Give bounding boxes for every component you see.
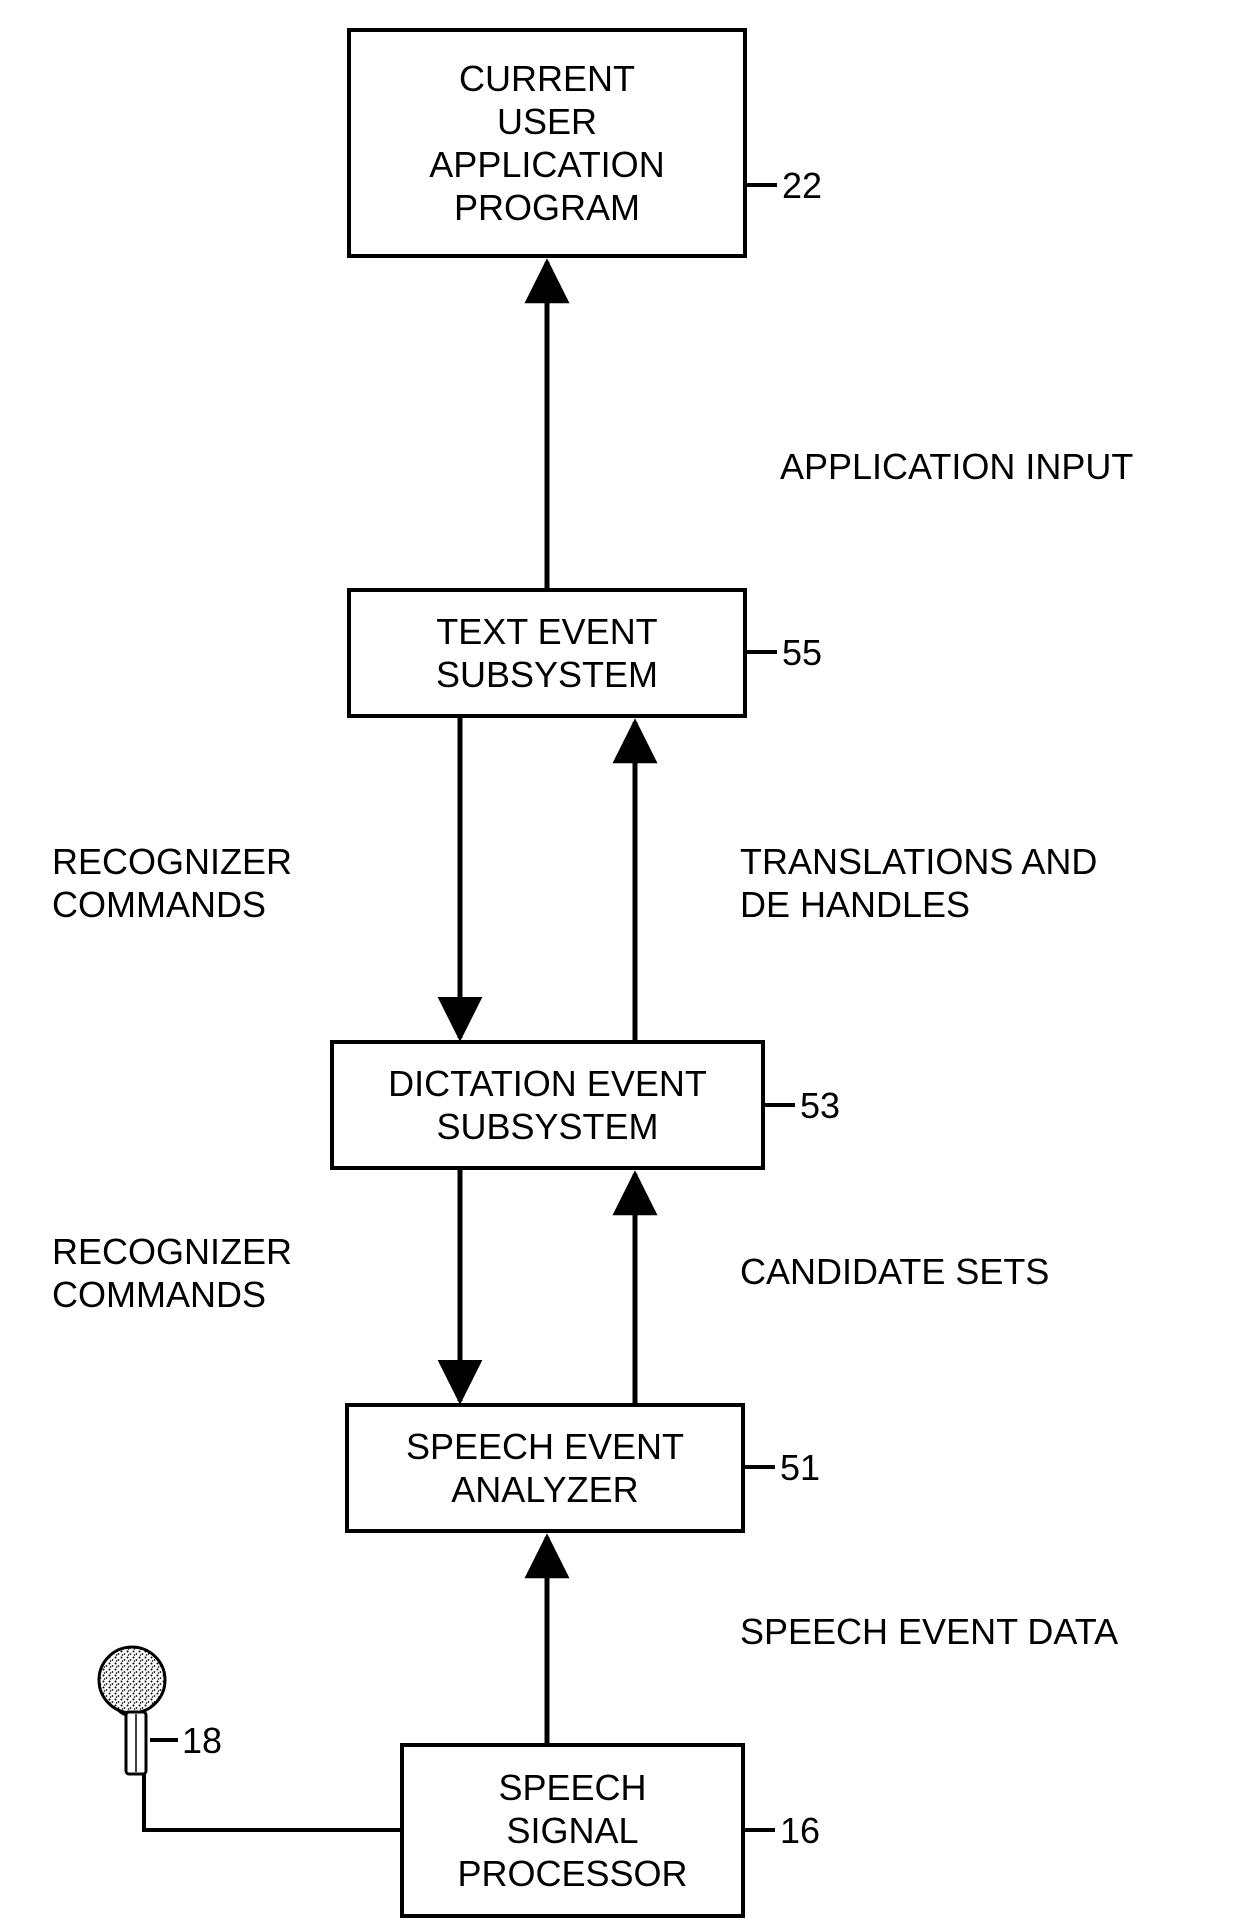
- box-speech-signal-processor: SPEECH SIGNAL PROCESSOR: [400, 1743, 745, 1918]
- ref-tick-textsub: [747, 650, 777, 654]
- ref-num-analyzer: 51: [780, 1447, 820, 1489]
- label-speech-event-data: SPEECH EVENT DATA: [740, 1610, 1118, 1653]
- label-translations-de-handles: TRANSLATIONS AND DE HANDLES: [740, 840, 1097, 926]
- box-dictation-event-subsystem: DICTATION EVENT SUBSYSTEM: [330, 1040, 765, 1170]
- box-speech-event-analyzer-text: SPEECH EVENT ANALYZER: [406, 1425, 684, 1511]
- ref-num-app: 22: [782, 165, 822, 207]
- ref-num-dictsub: 53: [800, 1085, 840, 1127]
- ref-tick-dictsub: [765, 1103, 795, 1107]
- box-speech-signal-processor-text: SPEECH SIGNAL PROCESSOR: [457, 1766, 687, 1896]
- diagram-canvas: CURRENT USER APPLICATION PROGRAM 22 TEXT…: [0, 0, 1240, 1925]
- label-recognizer-commands-upper: RECOGNIZER COMMANDS: [52, 840, 292, 926]
- box-text-event-subsystem-text: TEXT EVENT SUBSYSTEM: [436, 610, 658, 696]
- microphone-icon: [99, 1647, 165, 1774]
- label-candidate-sets: CANDIDATE SETS: [740, 1250, 1049, 1293]
- label-recognizer-commands-lower: RECOGNIZER COMMANDS: [52, 1230, 292, 1316]
- ref-tick-ssp: [745, 1828, 775, 1832]
- box-speech-event-analyzer: SPEECH EVENT ANALYZER: [345, 1403, 745, 1533]
- box-current-user-app-text: CURRENT USER APPLICATION PROGRAM: [429, 57, 664, 230]
- ref-tick-analyzer: [745, 1465, 775, 1469]
- box-text-event-subsystem: TEXT EVENT SUBSYSTEM: [347, 588, 747, 718]
- ref-tick-app: [747, 183, 777, 187]
- box-dictation-event-subsystem-text: DICTATION EVENT SUBSYSTEM: [388, 1062, 707, 1148]
- ref-num-ssp: 16: [780, 1810, 820, 1852]
- mic-cable: [144, 1773, 400, 1830]
- box-current-user-app: CURRENT USER APPLICATION PROGRAM: [347, 28, 747, 258]
- ref-num-mic: 18: [182, 1720, 222, 1762]
- ref-num-textsub: 55: [782, 632, 822, 674]
- label-application-input: APPLICATION INPUT: [780, 445, 1133, 488]
